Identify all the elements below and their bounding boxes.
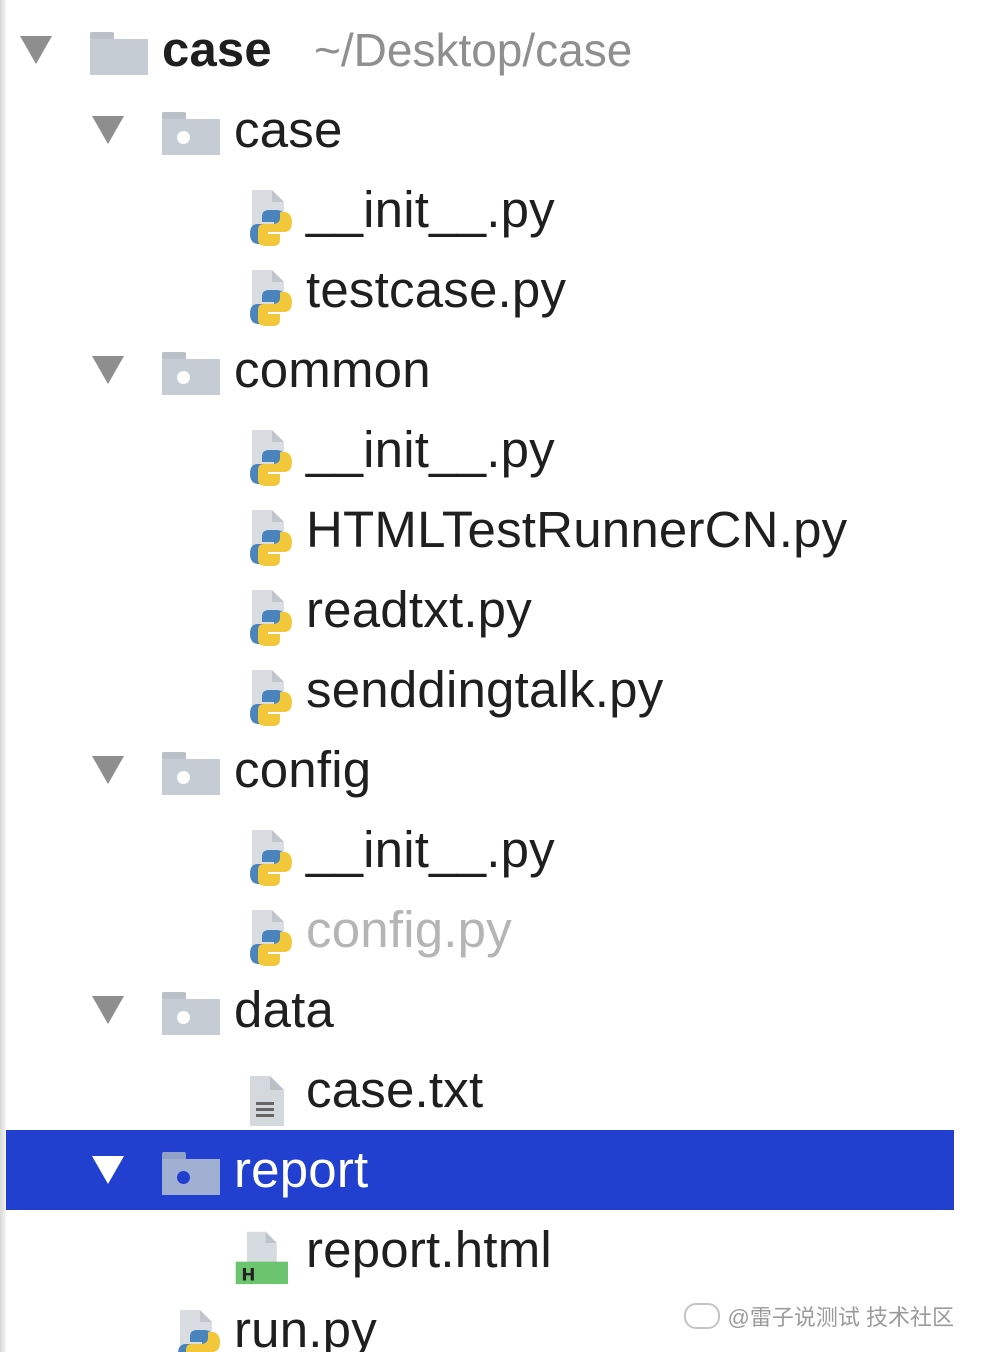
python-file-icon	[178, 1310, 220, 1352]
python-file-icon	[250, 430, 292, 486]
tree-row-file[interactable]: __init__.py	[6, 810, 954, 890]
tree-row-folder-case[interactable]: case	[6, 90, 954, 170]
file-label: case.txt	[306, 1061, 484, 1118]
tree-row-file[interactable]: case.txt	[6, 1050, 954, 1130]
svg-text:H: H	[241, 1264, 255, 1284]
expand-arrow-icon[interactable]	[92, 116, 124, 144]
expand-arrow-icon[interactable]	[92, 996, 124, 1024]
tree-row-file[interactable]: testcase.py	[6, 250, 954, 330]
tree-row-file[interactable]: __init__.py	[6, 170, 954, 250]
python-file-icon	[250, 510, 292, 566]
tree-row-file[interactable]: senddingtalk.py	[6, 650, 954, 730]
file-label: readtxt.py	[306, 581, 532, 638]
python-file-icon	[250, 190, 292, 246]
tree-row-folder-common[interactable]: common	[6, 330, 954, 410]
folder-label: data	[234, 981, 335, 1038]
expand-arrow-icon[interactable]	[92, 356, 124, 384]
python-file-icon	[250, 830, 292, 886]
folder-label: config	[234, 741, 372, 798]
tree-row-folder-config[interactable]: config	[6, 730, 954, 810]
folder-icon	[162, 752, 220, 796]
file-label: config.py	[306, 901, 512, 958]
folder-label: common	[234, 341, 431, 398]
folder-icon	[162, 1152, 220, 1196]
expand-arrow-icon[interactable]	[92, 1156, 124, 1184]
file-label: run.py	[234, 1301, 377, 1352]
text-file-icon	[250, 1076, 284, 1126]
file-label: __init__.py	[306, 421, 555, 478]
python-file-icon	[250, 590, 292, 646]
folder-label: report	[234, 1141, 369, 1198]
tree-row-file[interactable]: __init__.py	[6, 410, 954, 490]
folder-label: case	[234, 101, 343, 158]
python-file-icon	[250, 910, 292, 966]
tree-row-file[interactable]: config.py	[6, 890, 954, 970]
file-label: __init__.py	[306, 181, 555, 238]
folder-icon	[162, 352, 220, 396]
watermark-text: @雷子说测试 技术社区	[727, 1305, 954, 1330]
file-label: HTMLTestRunnerCN.py	[306, 501, 848, 558]
watermark: @雷子说测试 技术社区	[683, 1300, 954, 1332]
wechat-bubble-icon	[683, 1303, 720, 1329]
tree-row-folder-report[interactable]: report	[6, 1130, 954, 1210]
folder-icon	[162, 992, 220, 1036]
python-file-icon	[250, 670, 292, 726]
folder-icon	[90, 32, 148, 76]
tree-row-root[interactable]: case ~/Desktop/case	[6, 10, 954, 90]
file-label: __init__.py	[306, 821, 555, 878]
expand-arrow-icon[interactable]	[92, 756, 124, 784]
tree-row-file[interactable]: HTMLTestRunnerCN.py	[6, 490, 954, 570]
tree-row-folder-data[interactable]: data	[6, 970, 954, 1050]
tree-row-file[interactable]: readtxt.py	[6, 570, 954, 650]
python-file-icon	[250, 270, 292, 326]
project-tree: case ~/Desktop/case case __init__.py tes…	[0, 0, 984, 1352]
file-label: report.html	[306, 1221, 552, 1278]
file-label: testcase.py	[306, 261, 567, 318]
expand-arrow-icon[interactable]	[20, 36, 52, 64]
tree-row-file[interactable]: H report.html	[6, 1210, 954, 1290]
root-path-label: ~/Desktop/case	[314, 24, 633, 76]
root-folder-label: case	[162, 23, 272, 77]
folder-icon	[162, 112, 220, 156]
file-label: senddingtalk.py	[306, 661, 664, 718]
html-file-icon: H	[235, 1231, 288, 1284]
